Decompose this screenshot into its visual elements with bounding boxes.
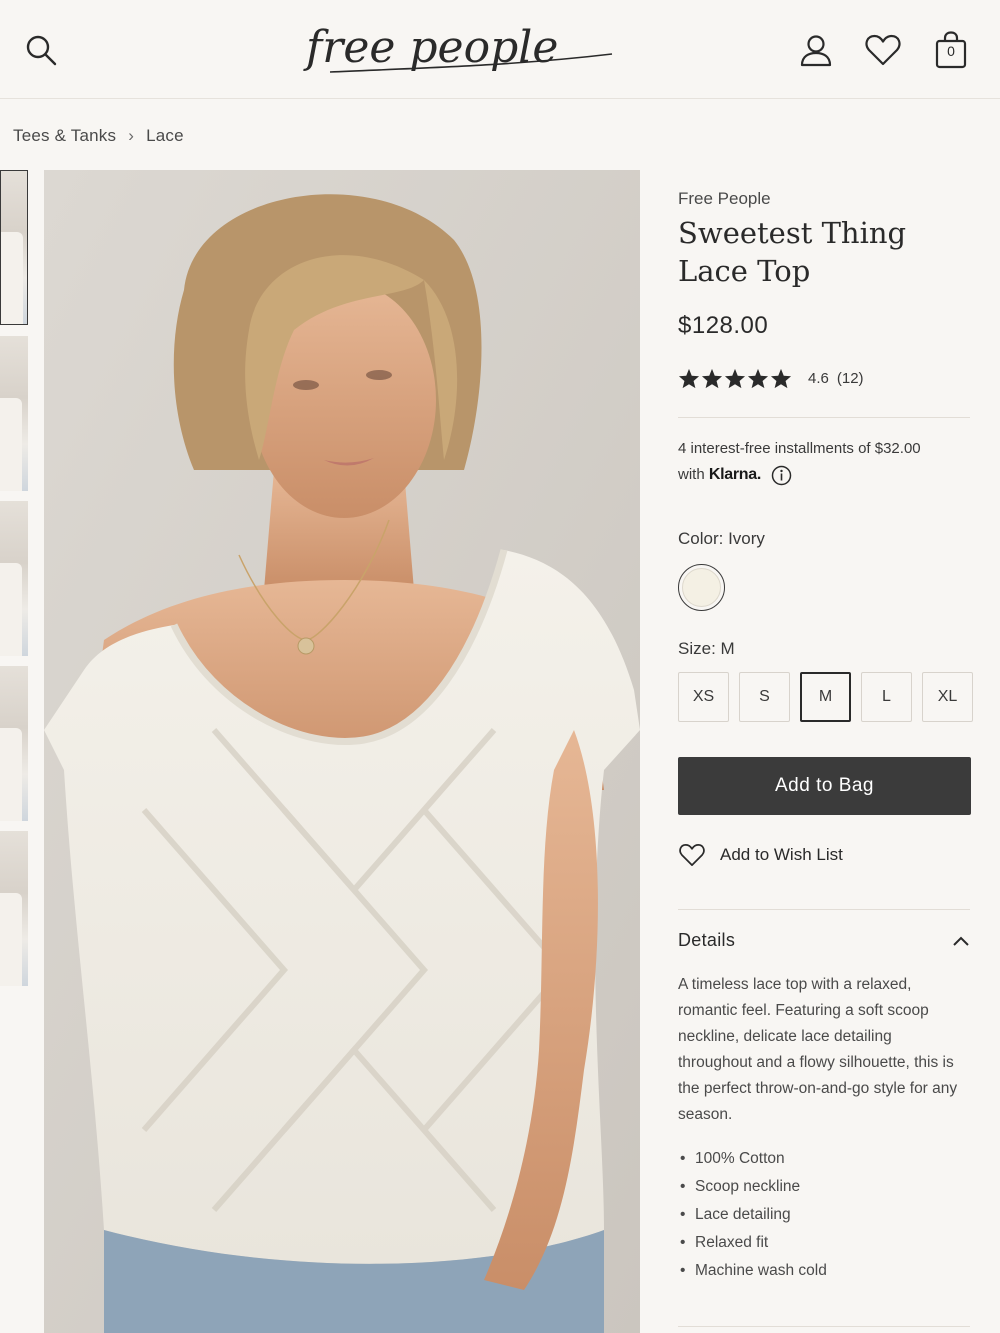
add-to-bag-button[interactable]: Add to Bag bbox=[678, 757, 971, 815]
free-people-logo[interactable]: free people bbox=[300, 14, 620, 86]
star-icon bbox=[724, 368, 746, 389]
site-header: free people 0 bbox=[0, 0, 1000, 99]
size-l-button[interactable]: L bbox=[861, 672, 912, 722]
star-icon bbox=[747, 368, 769, 389]
breadcrumb-lace[interactable]: Lace bbox=[146, 126, 184, 146]
thumbnail-1[interactable] bbox=[0, 170, 28, 325]
star-icon bbox=[770, 368, 792, 389]
chevron-right-icon: › bbox=[128, 126, 135, 145]
product-title: Sweetest Thing Lace Top bbox=[678, 214, 970, 290]
divider bbox=[678, 909, 970, 910]
list-item: Machine wash cold bbox=[678, 1257, 970, 1285]
divider bbox=[678, 1326, 970, 1327]
product-title-line-1: Sweetest Thing bbox=[678, 216, 907, 250]
size-m-button[interactable]: M bbox=[800, 672, 851, 722]
model-illustration bbox=[44, 170, 640, 1333]
thumbnail-2[interactable] bbox=[0, 336, 28, 491]
installments-text: 4 interest-free installments of $32.00 bbox=[678, 440, 921, 457]
klarna-logo: Klarna. bbox=[708, 466, 762, 483]
search-icon[interactable] bbox=[24, 33, 58, 67]
heart-icon[interactable] bbox=[864, 32, 902, 68]
details-accordion-header[interactable]: Details bbox=[678, 930, 970, 951]
product-brand[interactable]: Free People bbox=[678, 189, 970, 209]
divider bbox=[678, 417, 970, 418]
heart-icon bbox=[679, 844, 705, 866]
list-item: Lace detailing bbox=[678, 1201, 970, 1229]
account-icon[interactable] bbox=[798, 32, 834, 68]
chevron-up-icon bbox=[953, 936, 969, 946]
list-item: 100% Cotton bbox=[678, 1145, 970, 1173]
size-s-button[interactable]: S bbox=[739, 672, 790, 722]
add-to-wishlist-label: Add to Wish List bbox=[720, 845, 843, 864]
installments-with: with bbox=[678, 466, 705, 483]
color-swatch-ivory[interactable] bbox=[678, 564, 725, 611]
swatch-fill bbox=[682, 568, 721, 607]
details-description: A timeless lace top with a relaxed, roma… bbox=[678, 976, 958, 1123]
breadcrumb: Tees & Tanks › Lace bbox=[13, 126, 184, 146]
list-item: Relaxed fit bbox=[678, 1229, 970, 1257]
size-xs-button[interactable]: XS bbox=[678, 672, 729, 722]
size-xl-button[interactable]: XL bbox=[922, 672, 973, 722]
thumbnail-4[interactable] bbox=[0, 666, 28, 821]
bag-count-badge: 0 bbox=[947, 43, 955, 59]
rating-stars bbox=[678, 368, 792, 389]
product-title-line-2: Lace Top bbox=[678, 254, 811, 288]
thumbnail-5[interactable] bbox=[0, 831, 28, 986]
svg-text:free people: free people bbox=[303, 22, 558, 73]
breadcrumb-tees-tanks[interactable]: Tees & Tanks bbox=[13, 126, 116, 146]
thumbnail-3[interactable] bbox=[0, 501, 28, 656]
color-label: Color: Ivory bbox=[678, 529, 765, 548]
bag-button[interactable]: 0 bbox=[932, 30, 970, 70]
product-main-image[interactable] bbox=[44, 170, 640, 1333]
rating-value: 4.6 bbox=[808, 370, 829, 387]
installments-info: 4 interest-free installments of $32.00 w… bbox=[678, 436, 970, 488]
star-icon bbox=[701, 368, 723, 389]
rating-count[interactable]: (12) bbox=[837, 370, 864, 387]
list-item: Scoop neckline bbox=[678, 1173, 970, 1201]
details-bullet-list: 100% Cotton Scoop neckline Lace detailin… bbox=[678, 1145, 970, 1285]
details-title: Details bbox=[678, 930, 736, 950]
rating-summary[interactable]: 4.6 (12) bbox=[678, 368, 970, 389]
star-icon bbox=[678, 368, 700, 389]
info-icon[interactable] bbox=[771, 465, 792, 486]
product-price: $128.00 bbox=[678, 312, 769, 339]
size-selector: XS S M L XL bbox=[678, 672, 973, 722]
add-to-wishlist-button[interactable]: Add to Wish List bbox=[678, 842, 843, 868]
size-label: Size: M bbox=[678, 639, 735, 658]
